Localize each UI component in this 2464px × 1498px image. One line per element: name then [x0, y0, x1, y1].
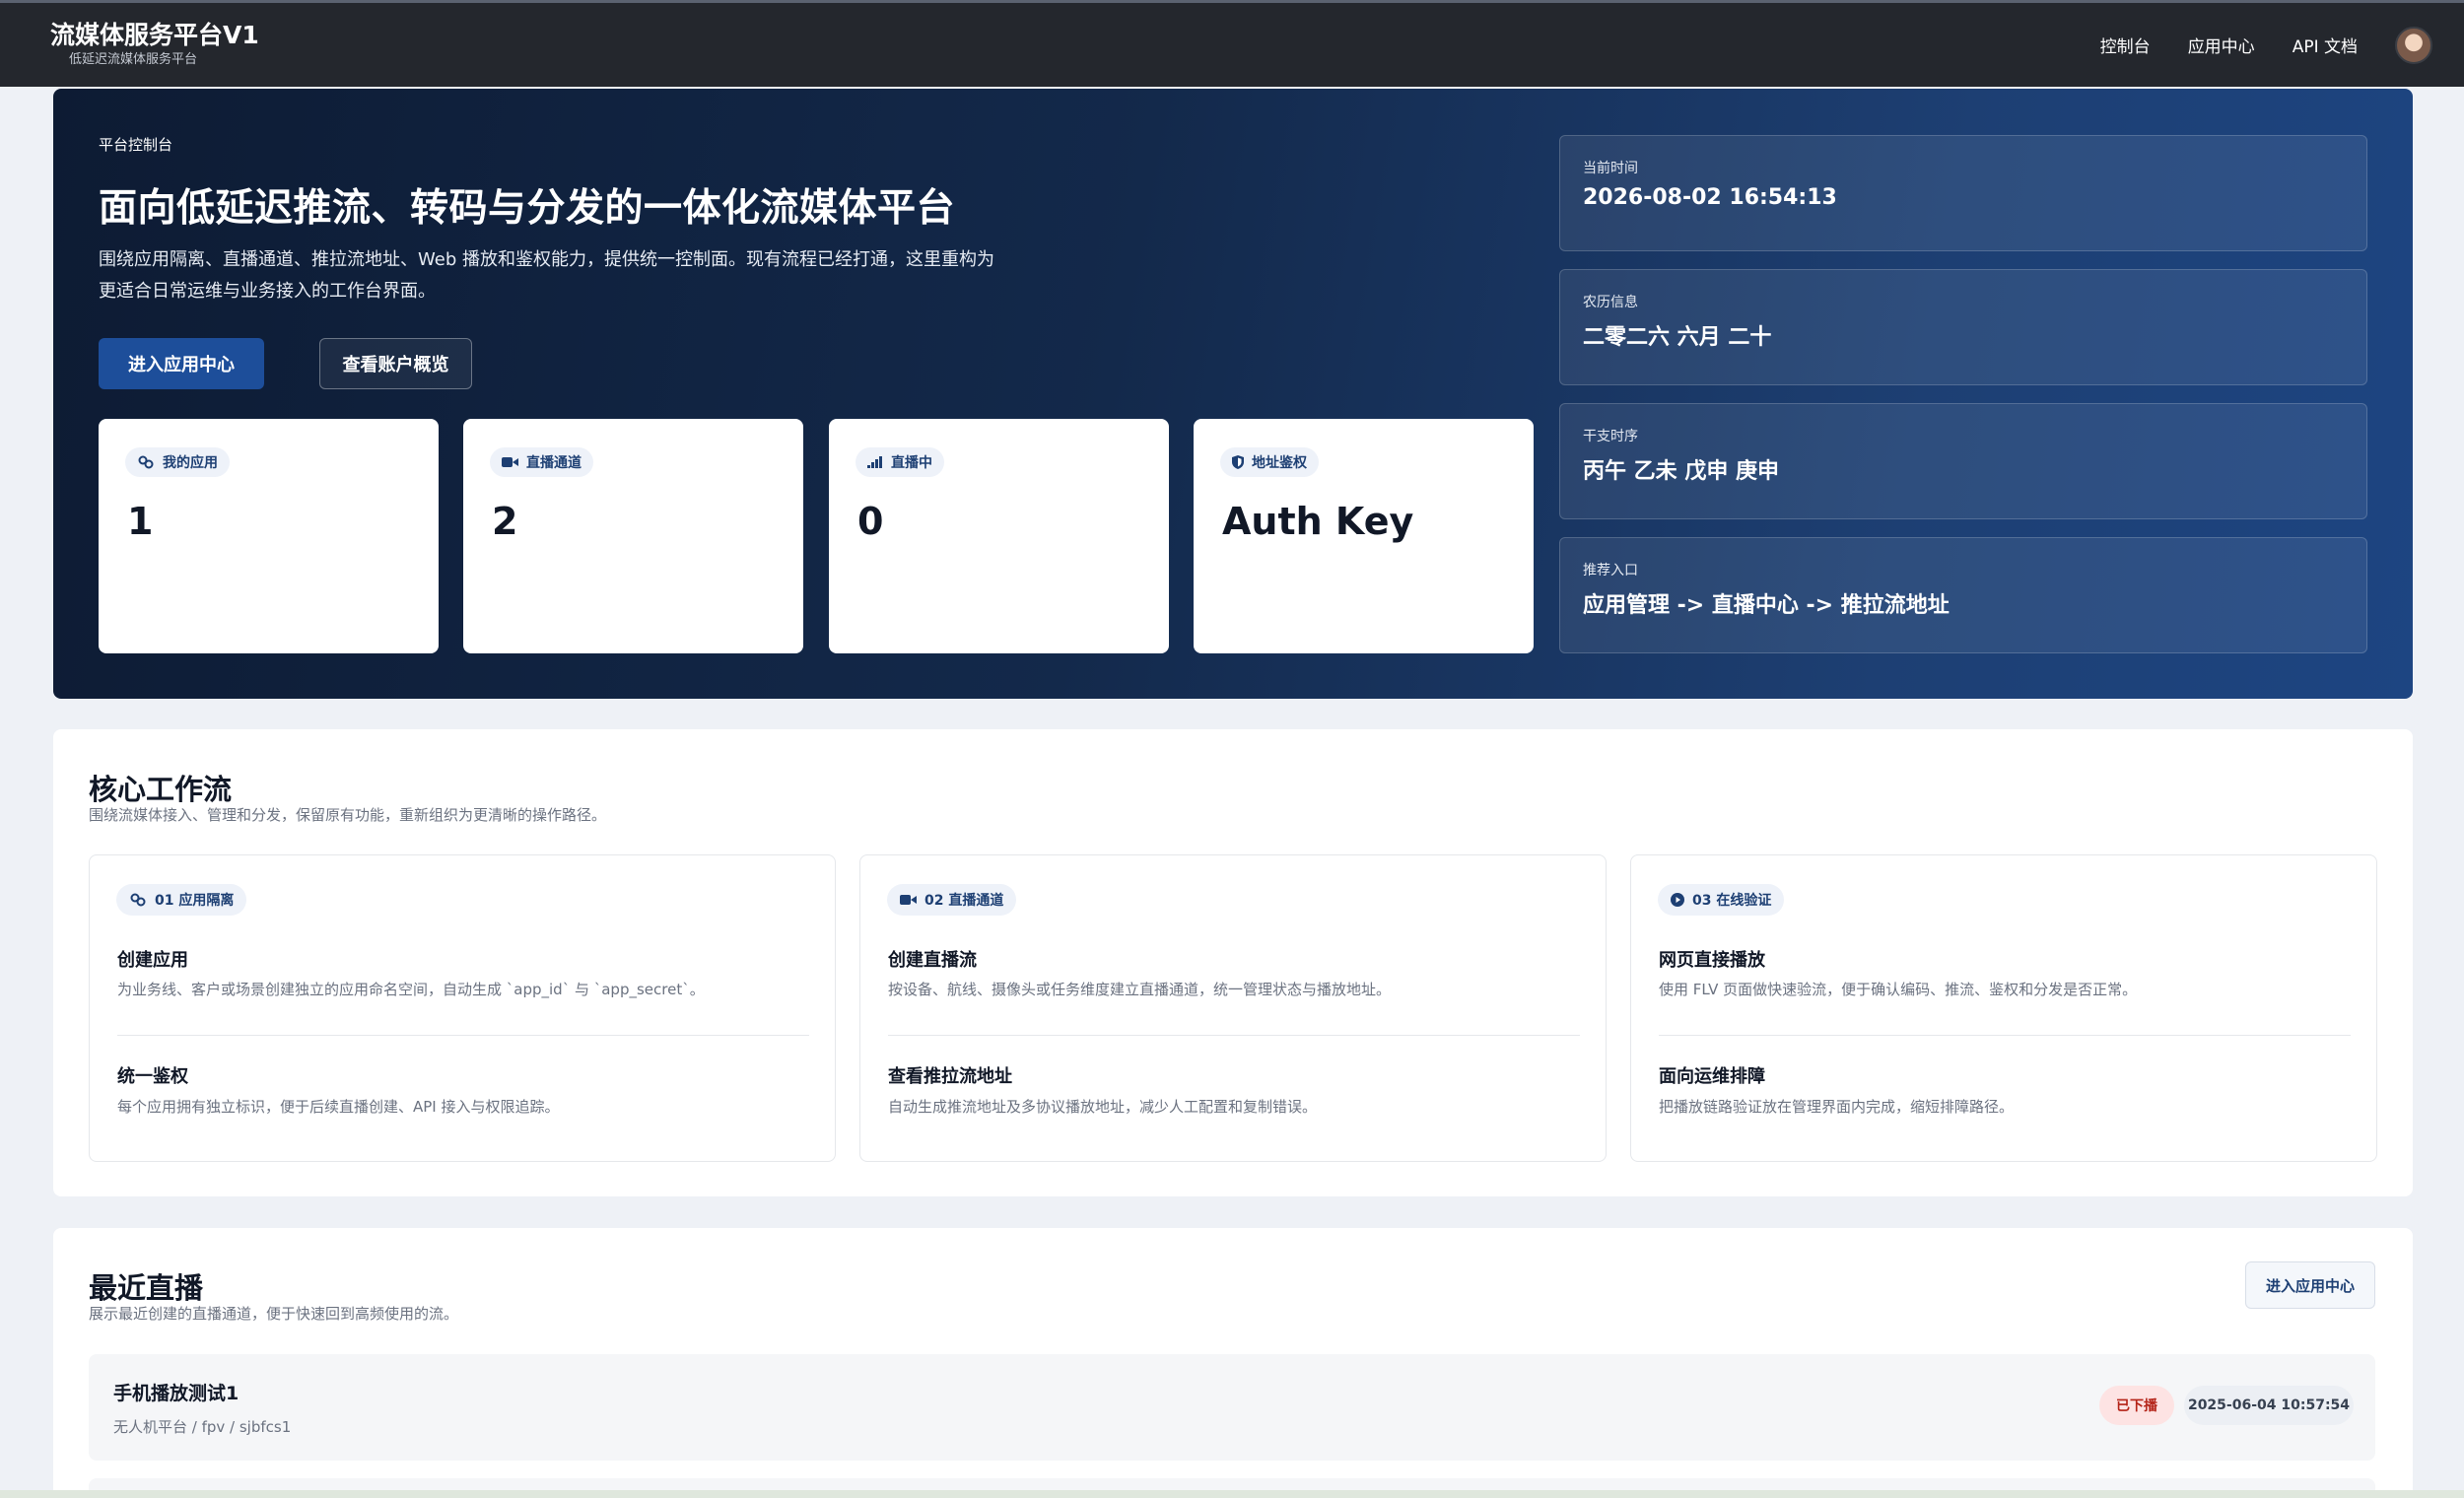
info-label: 推荐入口: [1583, 563, 1638, 579]
workflow-tag: 02 直播通道: [887, 884, 1017, 916]
stat-pill: 直播通道: [490, 447, 593, 477]
info-value: 二零二六 六月 二十: [1583, 325, 1772, 350]
info-value: 2026-08-02 16:54:13: [1583, 185, 1837, 210]
info-label: 农历信息: [1583, 295, 1638, 310]
workflow-card-verify: 03 在线验证 网页直接播放 使用 FLV 页面做快速验流，便于确认编码、推流、…: [1630, 854, 2377, 1162]
stat-label: 直播中: [891, 455, 932, 471]
divider: [117, 1035, 809, 1036]
play-icon: [1671, 893, 1684, 907]
info-label: 当前时间: [1583, 161, 1638, 176]
stat-card-channels[interactable]: 直播通道 2: [463, 419, 803, 653]
workflow-item-desc: 按设备、航线、摄像头或任务维度建立直播通道，统一管理状态与播放地址。: [888, 981, 1392, 998]
info-card-ganzhi: 干支时序 丙午 乙未 戊申 庚申: [1559, 403, 2367, 519]
info-label: 干支时序: [1583, 429, 1638, 444]
recent-live-panel: 最近直播 展示最近创建的直播通道，便于快速回到高频使用的流。 进入应用中心 手机…: [53, 1228, 2413, 1498]
stream-row[interactable]: 手机播放测试1 无人机平台 / fpv / sjbfcs1 已下播 2025-0…: [89, 1354, 2375, 1461]
stat-value: 1: [127, 500, 154, 543]
app-subtitle: 低延迟流媒体服务平台: [69, 51, 198, 67]
user-avatar[interactable]: [2395, 26, 2432, 64]
section-title: 核心工作流: [89, 773, 233, 806]
hero-title: 面向低延迟推流、转码与分发的一体化流媒体平台: [99, 186, 956, 231]
stat-value: 0: [857, 500, 884, 543]
divider: [1659, 1035, 2351, 1036]
stat-label: 我的应用: [163, 455, 218, 471]
workflow-panel: 核心工作流 围绕流媒体接入、管理和分发，保留原有功能，重新组织为更清晰的操作路径…: [53, 729, 2413, 1196]
stat-pill: 直播中: [856, 447, 944, 477]
apps-icon: [130, 893, 146, 907]
info-value: 丙午 乙未 戊申 庚申: [1583, 459, 1779, 484]
info-value: 应用管理 -> 直播中心 -> 推拉流地址: [1583, 593, 1950, 618]
status-badge: 已下播: [2099, 1386, 2174, 1425]
workflow-item-desc: 每个应用拥有独立标识，便于后续直播创建、API 接入与权限追踪。: [117, 1098, 560, 1116]
workflow-item-desc: 自动生成推流地址及多协议播放地址，减少人工配置和复制错误。: [888, 1098, 1318, 1116]
stat-pill: 地址鉴权: [1220, 447, 1319, 477]
hero-banner: 平台控制台 面向低延迟推流、转码与分发的一体化流媒体平台 围绕应用隔离、直播通道…: [53, 89, 2413, 699]
stat-value: Auth Key: [1222, 500, 1414, 543]
shield-icon: [1232, 455, 1244, 469]
workflow-card-apps: 01 应用隔离 创建应用 为业务线、客户或场景创建独立的应用命名空间，自动生成 …: [89, 854, 836, 1162]
workflow-item-title: 查看推拉流地址: [888, 1066, 1012, 1087]
signal-icon: [867, 456, 882, 468]
info-card-lunar: 农历信息 二零二六 六月 二十: [1559, 269, 2367, 385]
top-navbar: 流媒体服务平台V1 低延迟流媒体服务平台 控制台 应用中心 API 文档: [0, 0, 2464, 87]
workflow-item-title: 网页直接播放: [1659, 950, 1765, 971]
info-card-recommended[interactable]: 推荐入口 应用管理 -> 直播中心 -> 推拉流地址: [1559, 537, 2367, 653]
stream-name: 手机播放测试1: [113, 1383, 240, 1404]
workflow-tag-label: 01 应用隔离: [155, 893, 235, 909]
enter-app-center-button[interactable]: 进入应用中心: [99, 338, 264, 389]
workflow-tag-label: 02 直播通道: [924, 893, 1004, 909]
app-title: 流媒体服务平台V1: [50, 20, 259, 49]
divider: [888, 1035, 1580, 1036]
info-card-current-time: 当前时间 2026-08-02 16:54:13: [1559, 135, 2367, 251]
workflow-item-title: 面向运维排障: [1659, 1066, 1765, 1087]
nav-app-center[interactable]: 应用中心: [2188, 33, 2255, 57]
workflow-item-desc: 把播放链路验证放在管理界面内完成，缩短排障路径。: [1659, 1098, 2015, 1116]
brand[interactable]: 流媒体服务平台V1 低延迟流媒体服务平台: [50, 21, 259, 70]
stat-pill: 我的应用: [125, 447, 230, 477]
enter-app-center-button-secondary[interactable]: 进入应用中心: [2245, 1261, 2375, 1309]
workflow-tag-label: 03 在线验证: [1692, 893, 1772, 909]
workflow-item-title: 统一鉴权: [117, 1066, 188, 1087]
workflow-item-desc: 使用 FLV 页面做快速验流，便于确认编码、推流、鉴权和分发是否正常。: [1659, 981, 2138, 998]
section-title: 最近直播: [89, 1271, 204, 1305]
bottom-strip: [0, 1490, 2464, 1498]
workflow-item-desc: 为业务线、客户或场景创建独立的应用命名空间，自动生成 `app_id` 与 `a…: [117, 981, 705, 998]
workflow-tag: 03 在线验证: [1658, 884, 1785, 916]
section-subtitle: 展示最近创建的直播通道，便于快速回到高频使用的流。: [89, 1305, 459, 1323]
workflow-item-title: 创建应用: [117, 950, 188, 971]
section-subtitle: 围绕流媒体接入、管理和分发，保留原有功能，重新组织为更清晰的操作路径。: [89, 806, 607, 824]
main-nav: 控制台 应用中心 API 文档: [2063, 26, 2432, 64]
timestamp-badge: 2025-06-04 10:57:54: [2184, 1386, 2354, 1425]
nav-dashboard[interactable]: 控制台: [2100, 33, 2151, 57]
nav-api-docs[interactable]: API 文档: [2293, 33, 2358, 57]
hero-eyebrow: 平台控制台: [99, 136, 173, 154]
workflow-tag: 01 应用隔离: [116, 884, 247, 916]
camera-icon: [900, 895, 917, 905]
stat-value: 2: [492, 500, 518, 543]
account-overview-button[interactable]: 查看账户概览: [319, 338, 472, 389]
stat-label: 直播通道: [526, 455, 582, 471]
stat-card-live[interactable]: 直播中 0: [829, 419, 1169, 653]
stat-card-apps[interactable]: 我的应用 1: [99, 419, 439, 653]
workflow-card-channels: 02 直播通道 创建直播流 按设备、航线、摄像头或任务维度建立直播通道，统一管理…: [859, 854, 1607, 1162]
hero-description: 围绕应用隔离、直播通道、推拉流地址、Web 播放和鉴权能力，提供统一控制面。现有…: [99, 249, 994, 302]
stat-label: 地址鉴权: [1252, 455, 1307, 471]
stat-card-auth[interactable]: 地址鉴权 Auth Key: [1194, 419, 1534, 653]
camera-icon: [502, 457, 518, 467]
workflow-item-title: 创建直播流: [888, 950, 977, 971]
apps-icon: [138, 455, 154, 469]
stream-path: 无人机平台 / fpv / sjbfcs1: [113, 1418, 292, 1436]
